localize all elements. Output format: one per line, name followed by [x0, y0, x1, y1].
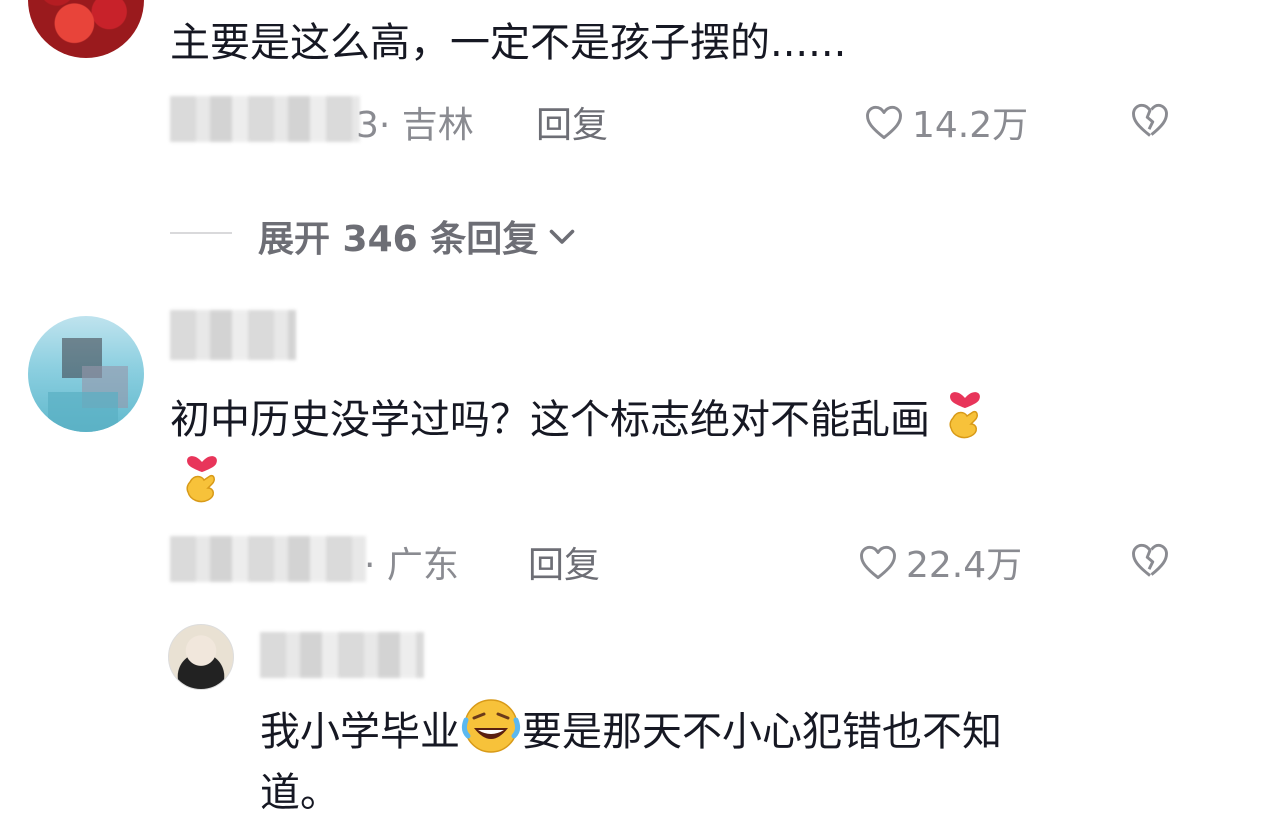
commenter-avatar[interactable] — [28, 316, 144, 432]
like-button[interactable]: 14.2万 — [862, 96, 1028, 148]
heart-outline-icon — [856, 540, 900, 584]
reply-text-line: 道。 — [260, 770, 340, 816]
reply-button[interactable]: 回复 — [536, 96, 608, 148]
blurred-username — [170, 96, 360, 142]
blurred-username — [170, 536, 366, 582]
blurred-username — [260, 632, 424, 678]
commenter-avatar[interactable] — [28, 0, 144, 58]
reply-button[interactable]: 回复 — [528, 536, 600, 588]
finger-heart-emoji — [180, 448, 224, 524]
rolling-laughing-emoji — [460, 696, 522, 772]
like-count: 22.4万 — [906, 545, 1023, 586]
broken-heart-icon — [1128, 538, 1172, 582]
comment-text: 主要是这么高，一定不是孩子摆的...... — [170, 20, 847, 66]
like-button[interactable]: 22.4万 — [856, 536, 1022, 588]
divider — [170, 232, 232, 234]
expand-replies-button[interactable]: 展开 346 条回复 — [258, 210, 580, 262]
heart-outline-icon — [862, 100, 906, 144]
finger-heart-emoji — [943, 384, 987, 460]
replier-avatar[interactable] — [168, 624, 234, 690]
comment-meta-location: · 广东 — [364, 545, 459, 586]
like-count: 14.2万 — [912, 105, 1029, 146]
comment-text-line — [180, 448, 224, 524]
comment-meta-location: 3· 吉林 — [356, 105, 474, 146]
broken-heart-icon — [1128, 98, 1172, 142]
comment-text-line: 初中历史没学过吗？这个标志绝对不能乱画 — [170, 384, 987, 460]
reply-text-line: 我小学毕业 要是那天不小心犯错也不知 — [260, 696, 1002, 772]
dislike-button[interactable] — [1128, 538, 1172, 582]
blurred-username — [170, 310, 296, 360]
dislike-button[interactable] — [1128, 98, 1172, 142]
expand-replies-label: 展开 346 条回复 — [258, 219, 539, 260]
chevron-down-icon — [544, 218, 580, 254]
